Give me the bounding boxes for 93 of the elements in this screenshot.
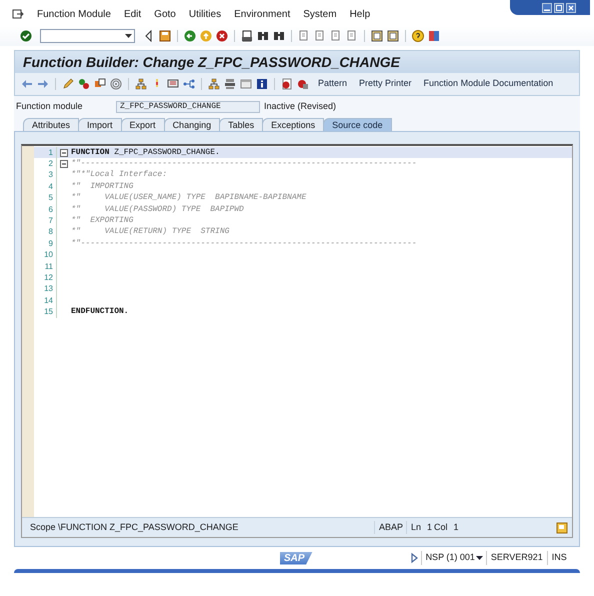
menu-item[interactable]: Edit <box>124 6 142 22</box>
tab[interactable]: Import <box>78 118 122 131</box>
page-icon[interactable] <box>330 30 342 42</box>
code-comment: *" EXPORTING <box>71 215 134 227</box>
toolbar-button[interactable]: Pretty Printer <box>356 77 415 91</box>
line-number: 6 <box>48 204 54 216</box>
menu-item[interactable]: Environment <box>234 6 290 22</box>
server-name: SERVER921 <box>486 551 547 565</box>
help-icon[interactable] <box>412 30 424 42</box>
line-number: 14 <box>43 294 54 307</box>
note-icon[interactable] <box>556 522 568 534</box>
line-number: 8 <box>48 226 54 238</box>
line-number: 13 <box>43 283 54 296</box>
status-text: Inactive (Revised) <box>264 100 336 114</box>
line-number: 5 <box>48 192 54 204</box>
menu-item[interactable]: Function Module <box>37 6 111 22</box>
page-icon[interactable] <box>281 78 293 90</box>
language-text: ABAP <box>374 520 406 534</box>
line-number: 9 <box>48 238 54 250</box>
check-icon[interactable] <box>20 30 32 42</box>
function-module-field[interactable]: Z_FPC_PASSWORD_CHANGE <box>116 101 260 113</box>
collapse-icon[interactable] <box>60 148 68 157</box>
cancel-icon[interactable] <box>216 30 228 42</box>
monitor-icon[interactable] <box>167 78 179 90</box>
code-comment: *" VALUE(USER_NAME) TYPE BAPIBNAME-BAPIBNAME <box>71 192 306 204</box>
page-icon[interactable] <box>346 30 358 42</box>
scope-text: Scope \FUNCTION Z_FPC_PASSWORD_CHANGE <box>29 520 240 534</box>
menu-item[interactable]: System <box>303 6 337 22</box>
layout-icon[interactable] <box>371 30 383 42</box>
menu-icon[interactable] <box>12 8 24 20</box>
menu-item[interactable]: Utilities <box>188 6 222 22</box>
hierarchy-icon[interactable] <box>135 78 147 90</box>
print-icon[interactable] <box>241 30 253 42</box>
input-mode: INS <box>546 551 567 565</box>
window-icon[interactable] <box>240 78 252 90</box>
system-info: NSP (1) 001 <box>420 551 475 565</box>
pencil-icon[interactable] <box>62 78 74 90</box>
column-value: 1 <box>454 520 460 534</box>
code-comment: *"---------------------------------------------------------------------- <box>71 238 417 250</box>
line-value: 1 <box>427 520 434 534</box>
tab[interactable]: Changing <box>164 118 220 131</box>
toolbar-button[interactable]: Function Module Documentation <box>420 77 556 91</box>
page-icon[interactable] <box>314 30 326 42</box>
line-number: 15 <box>43 306 54 318</box>
find-icon[interactable] <box>257 30 269 42</box>
settings-icon[interactable] <box>428 30 440 42</box>
find-next-icon[interactable] <box>273 30 285 42</box>
collapse-icon[interactable] <box>60 160 68 168</box>
code-comment: *"---------------------------------------------------------------------- <box>71 158 417 170</box>
sap-logo: SAP <box>280 552 313 564</box>
line-number: 1 <box>48 146 54 159</box>
code-comment: *" IMPORTING <box>71 180 134 193</box>
line-number: 10 <box>43 249 54 262</box>
code-comment: *" VALUE(RETURN) TYPE STRING <box>71 226 230 238</box>
code-comment: *" VALUE(PASSWORD) TYPE BAPIPWD <box>71 204 244 216</box>
status-label: Col <box>434 520 449 534</box>
close-icon[interactable] <box>566 2 576 12</box>
maximize-icon[interactable] <box>554 2 564 12</box>
page-icon[interactable] <box>298 30 310 42</box>
line-number: 4 <box>48 180 54 193</box>
hierarchy-icon[interactable] <box>208 78 220 90</box>
tab[interactable]: Attributes <box>23 118 80 131</box>
code-line: ENDFUNCTION. <box>71 306 129 318</box>
objects-icon[interactable] <box>94 78 106 90</box>
arrow-right-icon[interactable] <box>37 78 49 90</box>
save-icon[interactable] <box>159 30 171 42</box>
stack-icon[interactable] <box>224 78 236 90</box>
field-label: Function module <box>16 100 84 114</box>
tools-icon[interactable] <box>78 78 90 90</box>
line-number: 11 <box>44 260 54 273</box>
menu-item[interactable]: Goto <box>154 6 176 22</box>
menu-item[interactable]: Help <box>350 6 370 22</box>
info-icon[interactable] <box>256 78 268 90</box>
line-number: 2 <box>48 158 54 170</box>
code-comment: *"*"Local Interface: <box>71 169 168 182</box>
network-icon[interactable] <box>183 78 195 90</box>
tab[interactable]: Source code <box>323 118 392 131</box>
tab[interactable]: Exceptions <box>262 118 324 131</box>
tab[interactable]: Export <box>120 118 165 131</box>
expand-icon[interactable] <box>408 552 419 564</box>
line-number: 3 <box>48 169 54 182</box>
status-label: Ln <box>406 520 428 534</box>
line-number: 12 <box>43 272 54 284</box>
tab[interactable]: Tables <box>219 118 264 131</box>
minimize-icon[interactable] <box>542 2 552 12</box>
command-field[interactable] <box>40 29 135 43</box>
dropdown-icon[interactable] <box>125 34 132 38</box>
screen-title: Function Builder: Change Z_FPC_PASSWORD_CHANGE <box>23 52 400 72</box>
arrow-left-icon[interactable] <box>21 78 33 90</box>
layout-icon[interactable] <box>387 30 399 42</box>
toolbar-button[interactable]: Pattern <box>315 77 350 91</box>
code-line: FUNCTION Z_FPC_PASSWORD_CHANGE. <box>71 146 220 159</box>
line-number: 7 <box>48 215 54 228</box>
